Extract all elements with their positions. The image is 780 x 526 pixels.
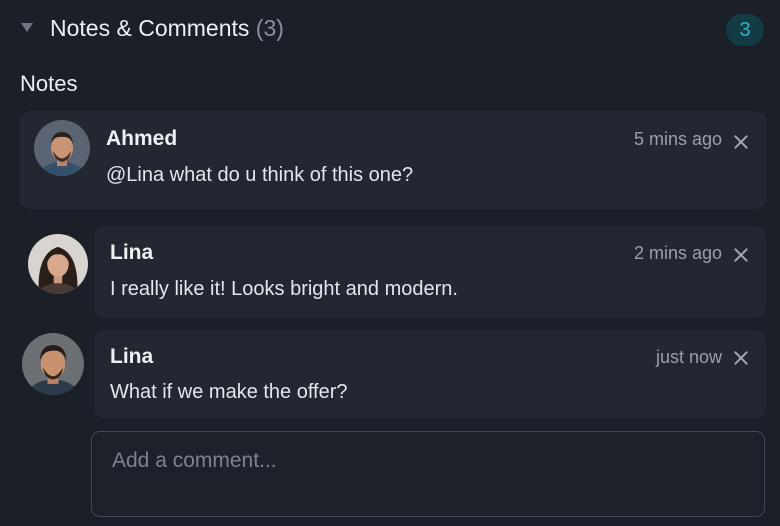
comment-timestamp: just now — [655, 347, 722, 367]
comment-card — [94, 226, 766, 318]
comment-timestamp: 2 mins ago — [633, 243, 722, 263]
delete-comment-close-icon[interactable] — [731, 245, 751, 265]
comment-text: I really like it! Looks bright and moder… — [110, 278, 458, 300]
add-comment-input[interactable] — [92, 432, 764, 516]
section-title-count: (3) — [255, 15, 284, 41]
section-title-text: Notes & Comments — [50, 15, 250, 41]
comment-card — [20, 111, 766, 209]
avatar-ahmed — [34, 120, 90, 176]
comment-card — [94, 330, 766, 418]
comment-author: Lina — [110, 345, 154, 368]
comment-author: Ahmed — [106, 127, 178, 150]
delete-comment-close-icon[interactable] — [731, 348, 751, 368]
comment-text: @Lina what do u think of this one? — [106, 164, 414, 186]
notes-label: Notes — [20, 71, 78, 96]
comment-timestamp: 5 mins ago — [633, 129, 722, 149]
comment-author: Lina — [110, 241, 154, 264]
avatar-lina — [28, 234, 88, 294]
avatar-lina — [22, 333, 84, 395]
comment-count-badge: 3 — [726, 14, 764, 46]
add-comment-box[interactable] — [91, 431, 765, 517]
comment-text: What if we make the offer? — [110, 381, 348, 403]
collapse-caret-icon[interactable] — [21, 23, 33, 32]
section-title: Notes & Comments (3) — [50, 15, 284, 42]
section-header[interactable]: Notes & Comments (3) 3 — [0, 0, 780, 60]
delete-comment-close-icon[interactable] — [731, 132, 751, 152]
